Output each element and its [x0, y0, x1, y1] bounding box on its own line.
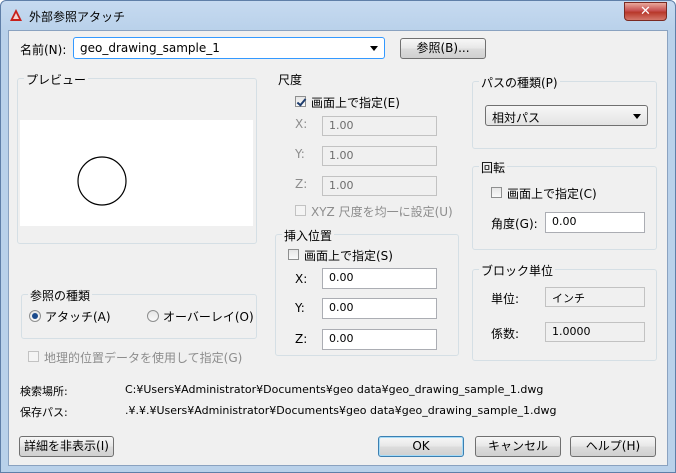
insertion-z-label: Z: [295, 332, 308, 346]
preview-title: プレビュー [24, 71, 89, 88]
close-icon: ✕ [640, 4, 651, 19]
attach-radio[interactable] [29, 310, 41, 322]
browse-button[interactable]: 参照(B)... [400, 38, 486, 59]
scale-group: 尺度 画面上で指定(E) X: 1.00 Y: 1.00 Z: 1.00 XYZ… [275, 71, 459, 226]
geo-location-checkbox[interactable] [28, 351, 39, 362]
insertion-onscreen-label[interactable]: 画面上で指定(S) [304, 247, 393, 264]
saved-path-label: 保存パス: [20, 406, 68, 419]
scale-z-input[interactable]: 1.00 [322, 176, 437, 196]
found-in-value: C:¥Users¥Administrator¥Documents¥geo dat… [125, 383, 544, 396]
preview-drawing [77, 156, 127, 206]
insertion-y-label: Y: [295, 301, 305, 315]
rotation-onscreen-checkbox[interactable] [491, 187, 502, 198]
path-type-title: パスの種類(P) [479, 74, 560, 91]
ok-button[interactable]: OK [378, 436, 464, 457]
scale-y-input[interactable]: 1.00 [322, 146, 437, 166]
rotation-group: 回転 画面上で指定(C) 角度(G): 0.00 [472, 159, 657, 250]
path-type-dropdown[interactable]: 相対パス [485, 105, 648, 126]
dialog-body: 名前(N): geo_drawing_sample_1 参照(B)... プレビ… [8, 30, 668, 466]
name-dropdown[interactable]: geo_drawing_sample_1 [73, 37, 385, 59]
rotation-title: 回転 [479, 159, 508, 176]
uniform-scale-label: XYZ 尺度を均一に設定(U) [311, 205, 453, 219]
cancel-button[interactable]: キャンセル [475, 436, 561, 457]
saved-path-value: .¥.¥.¥Users¥Administrator¥Documents¥geo … [125, 404, 557, 417]
insertion-title: 挿入位置 [282, 227, 335, 244]
preview-canvas [20, 120, 253, 226]
scale-onscreen-label[interactable]: 画面上で指定(E) [311, 94, 400, 111]
path-type-group: パスの種類(P) 相対パス [472, 74, 657, 149]
close-button[interactable]: ✕ [624, 2, 667, 21]
uniform-scale-checkbox[interactable] [295, 205, 306, 216]
autocad-logo-icon [10, 9, 22, 21]
name-label: 名前(N): [20, 43, 67, 57]
path-type-value: 相対パス [492, 111, 541, 125]
attach-label[interactable]: アタッチ(A) [45, 308, 111, 325]
rotation-onscreen-label[interactable]: 画面上で指定(C) [507, 185, 597, 202]
insertion-x-label: X: [295, 272, 308, 286]
help-button[interactable]: ヘルプ(H) [570, 436, 656, 457]
block-unit-group: ブロック単位 単位: インチ 係数: 1.0000 [472, 262, 657, 361]
reference-type-title: 参照の種類 [28, 287, 93, 304]
insertion-onscreen-checkbox[interactable] [288, 249, 299, 260]
insertion-z-input[interactable]: 0.00 [322, 329, 437, 350]
insertion-y-input[interactable]: 0.00 [322, 298, 437, 319]
dialog-window: 外部参照アタッチ ✕ 名前(N): geo_drawing_sample_1 参… [0, 0, 676, 473]
unit-label: 単位: [491, 292, 520, 306]
block-unit-title: ブロック単位 [479, 262, 556, 279]
factor-value: 1.0000 [545, 322, 645, 342]
hide-details-button[interactable]: 詳細を非表示(I) [19, 436, 114, 457]
geo-location-label: 地理的位置データを使用して指定(G) [44, 351, 243, 365]
angle-label: 角度(G): [491, 217, 538, 231]
overlay-label[interactable]: オーバーレイ(O) [163, 308, 254, 325]
unit-value: インチ [545, 287, 645, 307]
window-title: 外部参照アタッチ [29, 10, 126, 24]
angle-input[interactable]: 0.00 [545, 212, 645, 233]
insertion-x-input[interactable]: 0.00 [322, 268, 437, 289]
overlay-radio[interactable] [147, 310, 159, 322]
scale-onscreen-checkbox[interactable] [295, 96, 306, 107]
chevron-down-icon [633, 114, 641, 119]
chevron-down-icon [370, 46, 378, 51]
title-bar[interactable]: 外部参照アタッチ ✕ [1, 1, 675, 30]
scale-title: 尺度 [276, 71, 305, 88]
scale-x-input[interactable]: 1.00 [322, 116, 437, 136]
preview-group: プレビュー [17, 71, 257, 244]
factor-label: 係数: [491, 327, 520, 341]
scale-y-label: Y: [295, 147, 305, 161]
scale-z-label: Z: [295, 177, 308, 191]
insertion-group: 挿入位置 画面上で指定(S) X: 0.00 Y: 0.00 Z: 0.00 [275, 227, 459, 356]
found-in-label: 検索場所: [20, 385, 68, 398]
reference-type-group: 参照の種類 アタッチ(A) オーバーレイ(O) [21, 287, 257, 339]
name-value: geo_drawing_sample_1 [80, 41, 220, 55]
scale-x-label: X: [295, 117, 308, 131]
